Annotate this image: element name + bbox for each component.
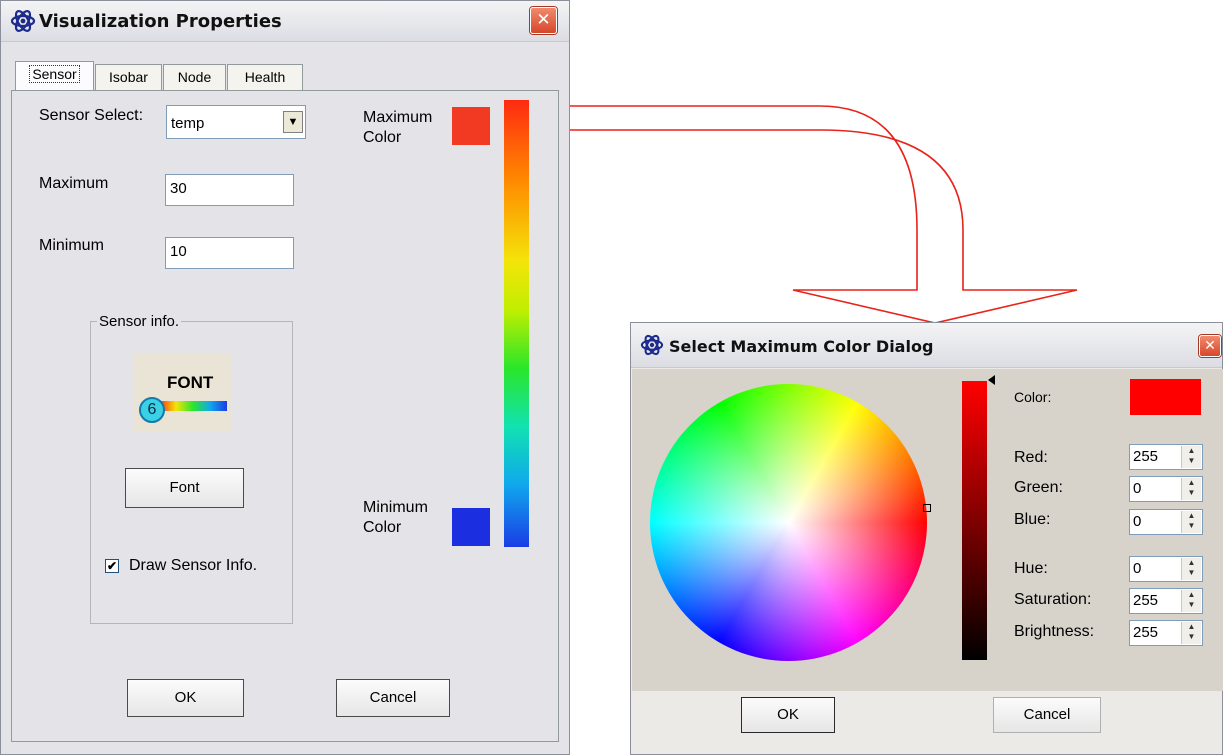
minimum-color-label: Minimum Color xyxy=(363,499,428,536)
title-bar[interactable]: Select Maximum Color Dialog ✕ xyxy=(631,323,1222,368)
maximum-color-label: Maximum Color xyxy=(363,109,433,146)
title-bar[interactable]: Visualization Properties ✕ xyxy=(1,1,569,42)
tab-label: Health xyxy=(244,69,286,85)
saturation-label: Saturation: xyxy=(1014,591,1092,608)
spinner-arrows-icon[interactable]: ▲ ▼ xyxy=(1181,558,1201,580)
draw-sensor-info-label[interactable]: Draw Sensor Info. xyxy=(129,557,257,575)
close-button[interactable]: ✕ xyxy=(1199,335,1221,357)
cancel-button[interactable]: Cancel xyxy=(993,697,1101,733)
brightness-slider-marker[interactable] xyxy=(988,375,995,385)
tab-node[interactable]: Node xyxy=(163,64,226,90)
spinner-arrows-icon[interactable]: ▲ ▼ xyxy=(1181,446,1201,468)
color-gradient-bar xyxy=(504,100,529,547)
tab-label: Sensor xyxy=(29,65,80,83)
font-preview-gradient xyxy=(159,401,227,411)
sensor-select-value: temp xyxy=(171,115,205,132)
close-icon: ✕ xyxy=(1204,338,1216,354)
sensor-select-dropdown[interactable]: temp ▼ xyxy=(166,105,306,139)
brightness-bar[interactable] xyxy=(962,381,987,660)
hue-input[interactable]: 0 ▲ ▼ xyxy=(1129,556,1203,582)
close-button[interactable]: ✕ xyxy=(530,7,557,34)
green-label: Green: xyxy=(1014,479,1063,496)
atom-icon xyxy=(10,10,36,32)
chevron-down-icon[interactable]: ▼ xyxy=(283,111,303,133)
spinner-arrows-icon[interactable]: ▲ ▼ xyxy=(1181,478,1201,500)
font-preview: FONT 6 xyxy=(133,353,231,431)
spinner-arrows-icon[interactable]: ▲ ▼ xyxy=(1181,590,1201,612)
select-color-dialog: Select Maximum Color Dialog ✕ Color: Red… xyxy=(630,322,1223,755)
color-wheel[interactable] xyxy=(650,384,927,661)
window-title: Visualization Properties xyxy=(39,11,282,32)
tab-label: Node xyxy=(177,69,212,85)
font-button[interactable]: Font xyxy=(125,468,244,508)
tab-label: Isobar xyxy=(109,69,148,85)
color-wheel-marker[interactable] xyxy=(923,504,931,512)
font-preview-text: FONT xyxy=(167,373,214,392)
sensor-info-group-title: Sensor info. xyxy=(99,313,180,330)
red-label: Red: xyxy=(1014,449,1048,466)
draw-sensor-info-checkbox[interactable]: ✔ xyxy=(105,559,119,573)
maximum-input[interactable]: 30 xyxy=(165,174,294,206)
window-title: Select Maximum Color Dialog xyxy=(669,337,934,356)
tab-sensor[interactable]: Sensor xyxy=(15,61,94,92)
tab-isobar[interactable]: Isobar xyxy=(95,64,162,90)
color-label: Color: xyxy=(1014,389,1052,405)
cancel-button[interactable]: Cancel xyxy=(336,679,450,717)
spinner-arrows-icon[interactable]: ▲ ▼ xyxy=(1181,511,1201,533)
atom-icon xyxy=(640,334,664,356)
current-color-swatch xyxy=(1130,379,1201,415)
close-icon: ✕ xyxy=(536,10,551,30)
saturation-input[interactable]: 255 ▲ ▼ xyxy=(1129,588,1203,614)
checkmark-icon: ✔ xyxy=(106,559,118,573)
maximum-label: Maximum xyxy=(39,175,109,192)
spinner-arrows-icon[interactable]: ▲ ▼ xyxy=(1181,622,1201,644)
sensor-select-label: Sensor Select: xyxy=(39,107,144,124)
color-picker-panel: Color: Red: 255 ▲ ▼ Green: 0 ▲ ▼ Blue: 0 ▲… xyxy=(632,369,1223,691)
hue-label: Hue: xyxy=(1014,560,1048,577)
visualization-properties-window: Visualization Properties ✕ Sensor Isobar… xyxy=(0,0,570,755)
blue-label: Blue: xyxy=(1014,511,1051,528)
tab-health[interactable]: Health xyxy=(227,64,303,90)
minimum-color-swatch[interactable] xyxy=(452,508,490,546)
brightness-input[interactable]: 255 ▲ ▼ xyxy=(1129,620,1203,646)
minimum-input[interactable]: 10 xyxy=(165,237,294,269)
red-input[interactable]: 255 ▲ ▼ xyxy=(1129,444,1203,470)
green-input[interactable]: 0 ▲ ▼ xyxy=(1129,476,1203,502)
maximum-color-swatch[interactable] xyxy=(452,107,490,145)
brightness-label: Brightness: xyxy=(1014,623,1095,640)
font-preview-number: 6 xyxy=(139,397,165,423)
minimum-label: Minimum xyxy=(39,237,104,254)
ok-button[interactable]: OK xyxy=(127,679,244,717)
ok-button[interactable]: OK xyxy=(741,697,835,733)
blue-input[interactable]: 0 ▲ ▼ xyxy=(1129,509,1203,535)
